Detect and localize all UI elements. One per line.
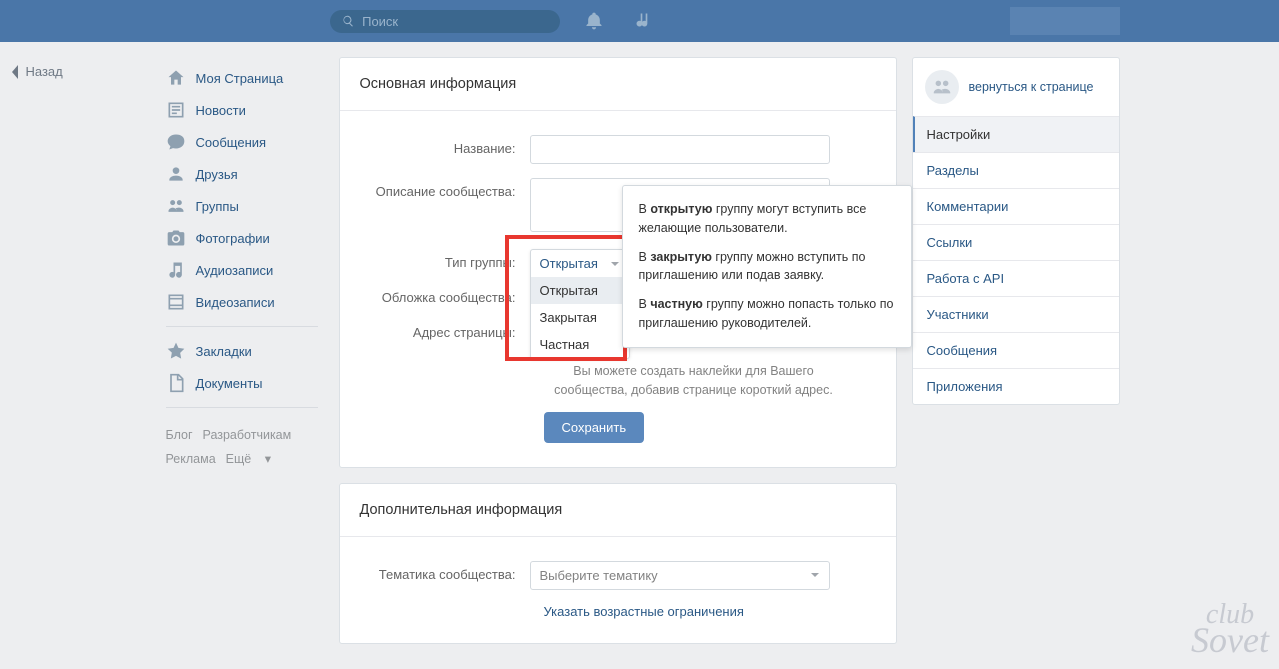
name-label: Название: (360, 135, 530, 156)
side-menu-members[interactable]: Участники (913, 296, 1119, 332)
doc-icon (166, 373, 186, 393)
nav-messages[interactable]: Сообщения (160, 126, 324, 158)
search-box[interactable] (330, 10, 560, 33)
back-to-page-link[interactable]: вернуться к странице (969, 80, 1094, 94)
topic-select[interactable]: Выберите тематику (530, 561, 830, 590)
main-content: Основная информация Название: Описание с… (339, 57, 897, 659)
top-header (0, 0, 1279, 42)
users-icon (166, 196, 186, 216)
right-sidebar: вернуться к странице Настройки Разделы К… (912, 57, 1120, 659)
nav-documents[interactable]: Документы (160, 367, 324, 399)
community-avatar (925, 70, 959, 104)
chevron-down-icon (810, 570, 820, 580)
side-menu-comments[interactable]: Комментарии (913, 188, 1119, 224)
back-button[interactable]: Назад (10, 64, 63, 79)
stickers-hint: Вы можете создать наклейки для Вашего со… (544, 362, 844, 400)
music-note-icon (166, 260, 186, 280)
nav-photos[interactable]: Фотографии (160, 222, 324, 254)
nav-my-page[interactable]: Моя Страница (160, 62, 324, 94)
footer-blog[interactable]: Блог (166, 428, 193, 442)
dropdown-option-private[interactable]: Частная (531, 331, 629, 358)
group-type-dropdown[interactable]: Открытая Открытая Закрытая Частная (530, 249, 630, 359)
film-icon (166, 292, 186, 312)
topic-label: Тематика сообщества: (360, 561, 530, 582)
addr-label: Адрес страницы: (360, 319, 530, 340)
cover-label: Обложка сообщества: (360, 284, 530, 305)
news-icon (166, 100, 186, 120)
chevron-down-icon (610, 259, 620, 269)
nav-groups[interactable]: Группы (160, 190, 324, 222)
chevron-left-icon (10, 65, 20, 79)
footer-more[interactable]: Ещё ▾ (226, 452, 271, 466)
nav-friends[interactable]: Друзья (160, 158, 324, 190)
nav-audio[interactable]: Аудиозаписи (160, 254, 324, 286)
footer-devs[interactable]: Разработчикам (203, 428, 292, 442)
search-icon (342, 14, 355, 28)
desc-label: Описание сообщества: (360, 178, 530, 199)
group-placeholder-icon (931, 76, 953, 98)
dropdown-selected[interactable]: Открытая (531, 250, 629, 277)
star-icon (166, 341, 186, 361)
nav-bookmarks[interactable]: Закладки (160, 335, 324, 367)
panel-additional-info: Дополнительная информация Тематика сообщ… (339, 483, 897, 644)
user-icon (166, 164, 186, 184)
watermark: club Sovet (1191, 604, 1269, 655)
community-settings-menu: вернуться к странице Настройки Разделы К… (912, 57, 1120, 405)
home-icon (166, 68, 186, 88)
nav-video[interactable]: Видеозаписи (160, 286, 324, 318)
type-label: Тип группы: (360, 249, 530, 270)
profile-area[interactable] (1010, 7, 1120, 35)
save-button[interactable]: Сохранить (544, 412, 645, 443)
panel-basic-info: Основная информация Название: Описание с… (339, 57, 897, 468)
camera-icon (166, 228, 186, 248)
dropdown-option-closed[interactable]: Закрытая (531, 304, 629, 331)
side-menu-settings[interactable]: Настройки (913, 116, 1119, 152)
side-menu-messages[interactable]: Сообщения (913, 332, 1119, 368)
dropdown-option-open[interactable]: Открытая (531, 277, 629, 304)
side-menu-sections[interactable]: Разделы (913, 152, 1119, 188)
bell-icon[interactable] (584, 11, 604, 31)
footer-links: Блог Разработчикам Реклама Ещё ▾ (160, 416, 324, 480)
side-menu-links[interactable]: Ссылки (913, 224, 1119, 260)
name-input[interactable] (530, 135, 830, 164)
footer-ads[interactable]: Реклама (166, 452, 216, 466)
chat-icon (166, 132, 186, 152)
nav-news[interactable]: Новости (160, 94, 324, 126)
back-label: Назад (26, 64, 63, 79)
search-input[interactable] (362, 14, 547, 29)
music-icon[interactable] (634, 11, 654, 31)
group-type-tooltip: В открытую группу могут вступить все жел… (622, 185, 912, 348)
left-sidebar: Моя Страница Новости Сообщения Друзья Гр… (160, 57, 324, 659)
panel-additional-title: Дополнительная информация (340, 484, 896, 537)
side-menu-apps[interactable]: Приложения (913, 368, 1119, 404)
age-restrictions-link[interactable]: Указать возрастные ограничения (544, 604, 876, 619)
side-menu-api[interactable]: Работа с API (913, 260, 1119, 296)
panel-basic-title: Основная информация (340, 58, 896, 111)
